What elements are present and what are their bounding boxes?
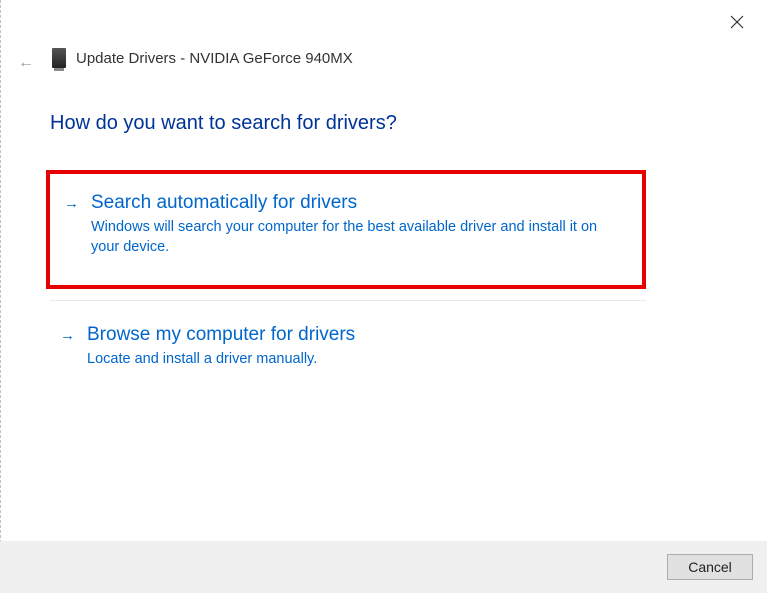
option-search-automatically[interactable]: → Search automatically for drivers Windo… <box>46 170 646 289</box>
close-icon <box>730 15 744 29</box>
option-description: Windows will search your computer for th… <box>91 218 628 257</box>
arrow-right-icon: → <box>60 327 75 344</box>
divider <box>50 300 646 301</box>
option-title: Search automatically for drivers <box>91 192 628 214</box>
cancel-button[interactable]: Cancel <box>667 554 753 580</box>
option-title: Browse my computer for drivers <box>87 324 632 346</box>
dialog-title: Update Drivers - NVIDIA GeForce 940MX <box>76 50 353 67</box>
option-description: Locate and install a driver manually. <box>87 350 632 370</box>
option-browse-computer[interactable]: → Browse my computer for drivers Locate … <box>46 318 646 378</box>
dialog-header: Update Drivers - NVIDIA GeForce 940MX <box>52 48 353 68</box>
question-heading: How do you want to search for drivers? <box>50 112 397 135</box>
device-icon <box>52 48 66 68</box>
arrow-right-icon: → <box>64 195 79 212</box>
close-button[interactable] <box>727 12 747 32</box>
window-left-edge <box>0 0 2 593</box>
back-arrow-icon: ← <box>18 54 34 72</box>
dialog-footer: Cancel <box>0 541 767 593</box>
